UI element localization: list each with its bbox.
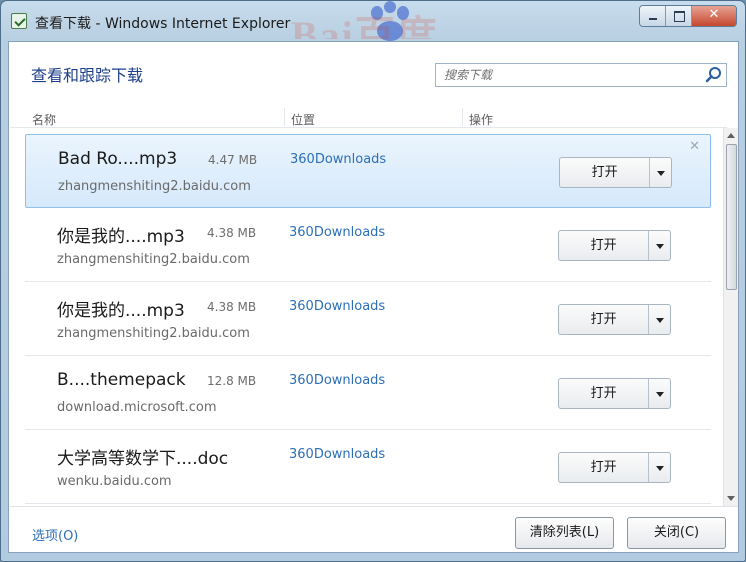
footer-bar: 选项(O) 清除列表(L) 关闭(C): [10, 506, 738, 552]
search-input[interactable]: [436, 64, 698, 86]
open-split-button: 打开: [558, 452, 671, 483]
close-button[interactable]: 关闭(C): [627, 517, 726, 549]
list-header: 名称 位置 操作: [10, 106, 727, 128]
clear-list-button[interactable]: 清除列表(L): [515, 517, 614, 549]
download-panel: 查看和跟踪下载 名称 位置 操作 Bad Ro....mp3 4.47 MB z…: [8, 41, 739, 553]
download-row[interactable]: 你是我的....mp3 4.38 MB zhangmenshiting2.bai…: [25, 282, 711, 356]
dropdown-arrow-icon[interactable]: [649, 231, 670, 260]
file-size: 12.8 MB: [207, 374, 257, 388]
file-source: wenku.baidu.com: [57, 474, 172, 489]
download-row[interactable]: 你是我的....mp3 4.38 MB zhangmenshiting2.bai…: [25, 208, 711, 282]
open-button[interactable]: 打开: [559, 453, 650, 482]
file-location-link[interactable]: 360Downloads: [289, 447, 385, 462]
open-split-button: 打开: [558, 378, 671, 409]
close-x-glyph: ✕: [708, 7, 720, 22]
options-link[interactable]: 选项(O): [32, 525, 78, 544]
open-split-button: 打开: [558, 230, 671, 261]
file-location-link[interactable]: 360Downloads: [289, 225, 385, 240]
open-button[interactable]: 打开: [559, 379, 650, 408]
vertical-scrollbar[interactable]: [723, 128, 738, 506]
title-bar[interactable]: 查看下载 - Windows Internet Explorer Bai百度 ✕: [1, 1, 745, 41]
open-button[interactable]: 打开: [560, 158, 651, 187]
page-title: 查看和跟踪下载: [31, 66, 144, 85]
column-divider[interactable]: [462, 108, 463, 126]
open-button[interactable]: 打开: [559, 231, 650, 260]
search-icon[interactable]: [704, 65, 724, 85]
file-name: 大学高等数学下....doc: [57, 449, 229, 469]
open-split-button: 打开: [559, 157, 672, 188]
window-controls: ✕: [639, 5, 737, 27]
search-box[interactable]: [435, 63, 727, 87]
file-name: 你是我的....mp3: [57, 227, 185, 247]
column-header-location[interactable]: 位置: [291, 111, 315, 128]
ie-download-icon: [11, 13, 27, 29]
column-divider[interactable]: [284, 108, 285, 126]
file-source: download.microsoft.com: [57, 400, 217, 415]
file-location-link[interactable]: 360Downloads: [289, 373, 385, 388]
file-name: 你是我的....mp3: [57, 301, 185, 321]
file-location-link[interactable]: 360Downloads: [289, 299, 385, 314]
file-source: zhangmenshiting2.baidu.com: [58, 179, 251, 194]
window-title: 查看下载 - Windows Internet Explorer: [35, 16, 291, 32]
download-row[interactable]: Bad Ro....mp3 4.47 MB zhangmenshiting2.b…: [25, 134, 711, 208]
download-row[interactable]: 大学高等数学下....doc wenku.baidu.com 360Downlo…: [25, 430, 711, 504]
file-size: 4.38 MB: [207, 226, 257, 240]
dropdown-arrow-icon[interactable]: [649, 379, 670, 408]
file-size: 4.38 MB: [207, 300, 257, 314]
dropdown-arrow-icon[interactable]: [649, 305, 670, 334]
scroll-down-icon[interactable]: [724, 491, 739, 506]
scrollbar-thumb[interactable]: [726, 144, 737, 290]
file-name: Bad Ro....mp3: [58, 149, 178, 169]
open-button[interactable]: 打开: [559, 305, 650, 334]
open-split-button: 打开: [558, 304, 671, 335]
close-icon[interactable]: ✕: [692, 6, 736, 26]
file-source: zhangmenshiting2.baidu.com: [57, 252, 250, 267]
file-name: B....themepack: [57, 370, 186, 390]
background-logo-text: Bai百度: [291, 13, 439, 39]
scroll-up-icon[interactable]: [724, 128, 739, 143]
remove-item-icon[interactable]: ✕: [689, 139, 700, 154]
maximize-icon[interactable]: [666, 6, 692, 26]
file-size: 4.47 MB: [208, 153, 258, 167]
ie-download-window: 查看下载 - Windows Internet Explorer Bai百度 ✕…: [0, 0, 746, 562]
column-header-action[interactable]: 操作: [469, 111, 493, 128]
minimize-icon[interactable]: [640, 6, 666, 26]
dropdown-arrow-icon[interactable]: [650, 158, 671, 187]
download-row[interactable]: B....themepack 12.8 MB download.microsof…: [25, 356, 711, 430]
column-header-name[interactable]: 名称: [32, 111, 56, 128]
file-source: zhangmenshiting2.baidu.com: [57, 326, 250, 341]
dropdown-arrow-icon[interactable]: [649, 453, 670, 482]
file-location-link[interactable]: 360Downloads: [290, 152, 386, 167]
